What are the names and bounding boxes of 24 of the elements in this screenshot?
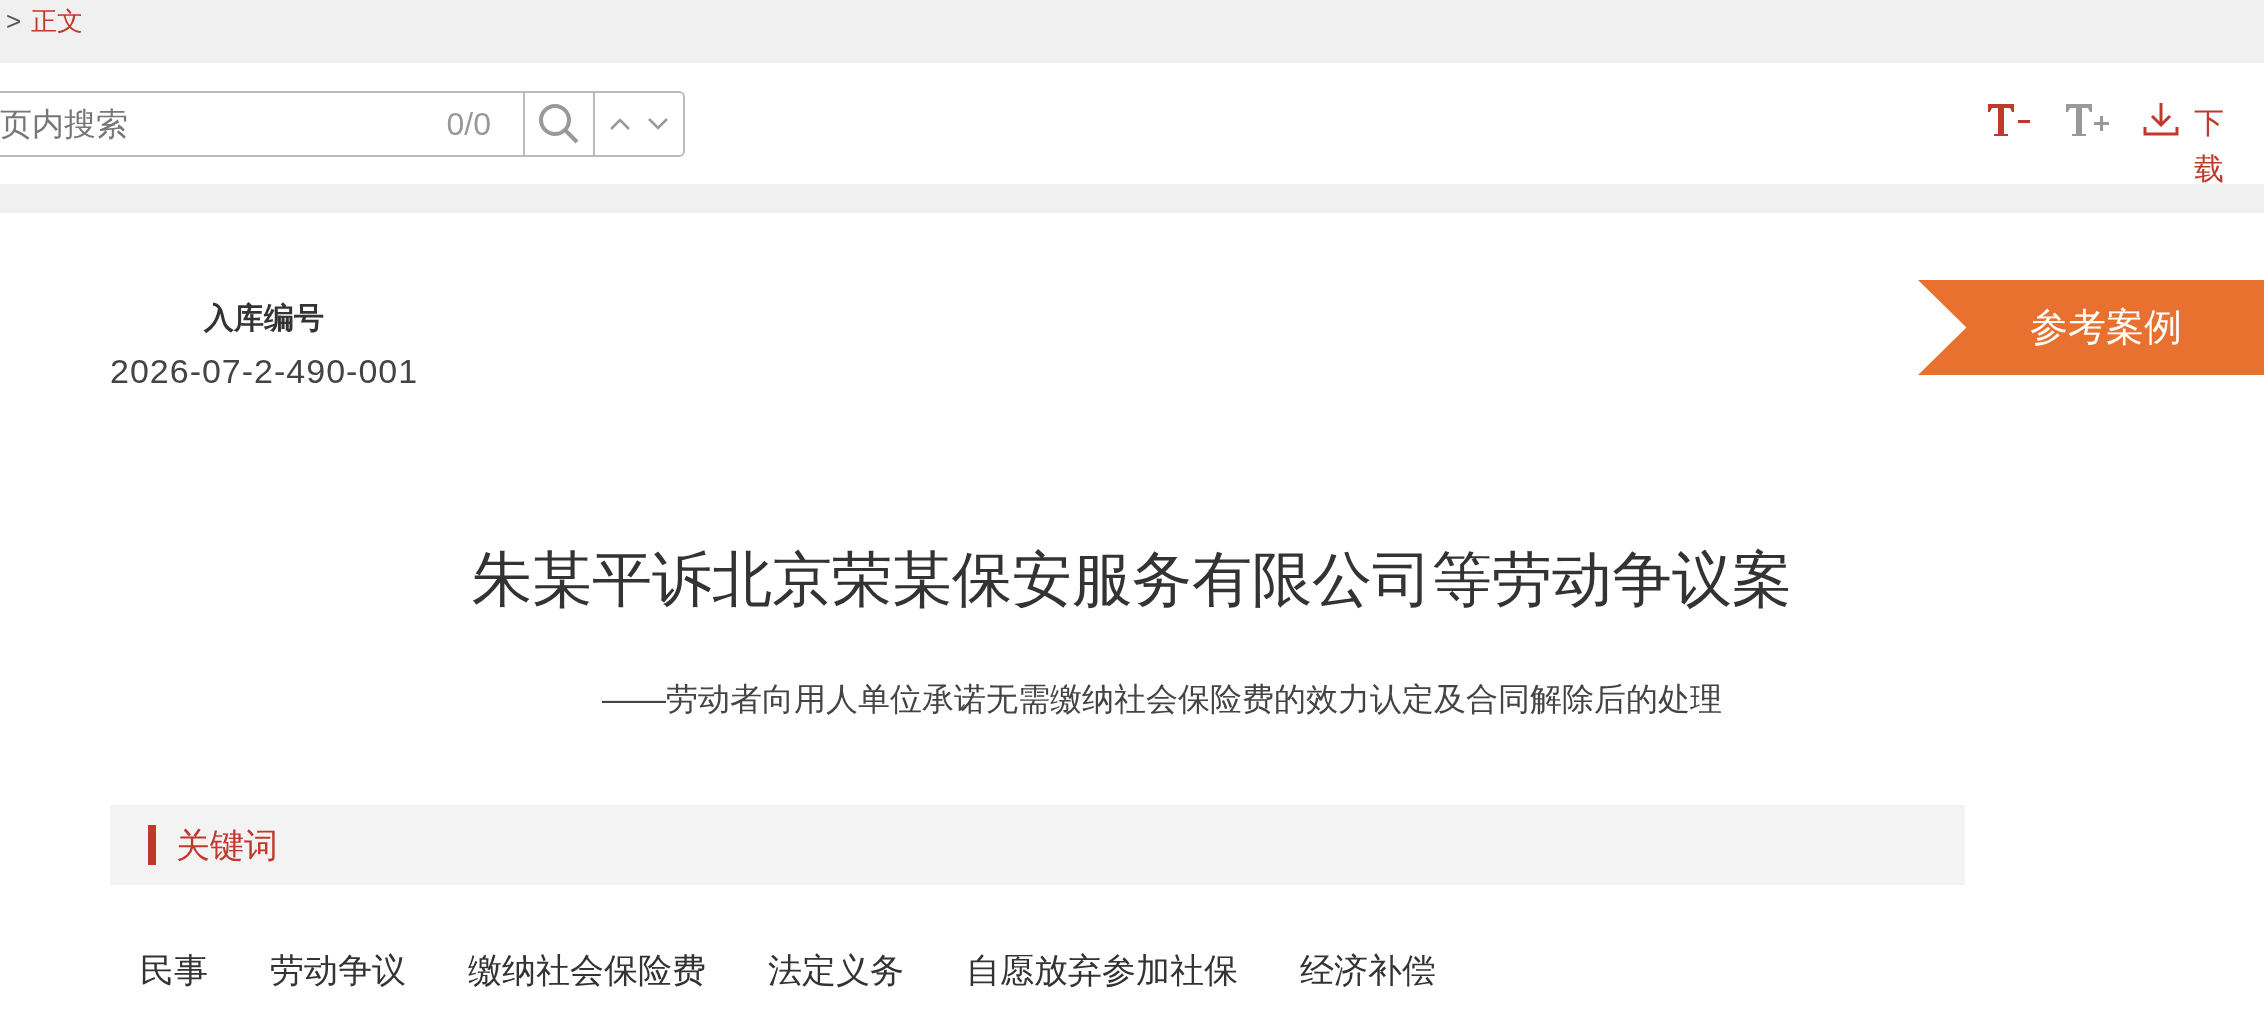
search-field[interactable]: 页内搜索 0/0 xyxy=(0,90,685,157)
download-button[interactable]: 下载 xyxy=(2142,99,2224,193)
breadcrumb-separator: > xyxy=(6,5,22,38)
keyword: 经济补偿 xyxy=(1300,950,1436,991)
keyword: 劳动争议 xyxy=(270,950,406,991)
keyword: 民事 xyxy=(140,950,208,991)
case-number: 2026-07-2-490-001 xyxy=(110,351,419,392)
search-input[interactable]: 页内搜索 xyxy=(0,92,447,155)
section-marker-icon xyxy=(148,825,156,865)
search-icon xyxy=(537,101,581,146)
reference-case-ribbon: 参考案例 xyxy=(1918,280,2264,375)
case-title: 朱某平诉北京荣某保安服务有限公司等劳动争议案 xyxy=(472,545,1792,615)
keyword: 缴纳社会保险费 xyxy=(468,950,706,991)
keyword: 法定义务 xyxy=(768,950,904,991)
case-number-label: 入库编号 xyxy=(204,300,325,336)
chevron-down-icon xyxy=(647,116,669,131)
previous-match-button[interactable] xyxy=(609,116,631,131)
breadcrumb-link[interactable]: 正文 xyxy=(31,2,84,41)
case-subtitle: ——劳动者向用人单位承诺无需缴纳社会保险费的效力认定及合同解除后的处理 xyxy=(601,680,1722,719)
section-heading: 关键词 xyxy=(176,824,278,866)
keyword: 自愿放弃参加社保 xyxy=(966,950,1238,991)
match-count: 0/0 xyxy=(446,104,492,144)
next-match-button[interactable] xyxy=(647,116,669,131)
chevron-up-icon xyxy=(609,116,631,131)
